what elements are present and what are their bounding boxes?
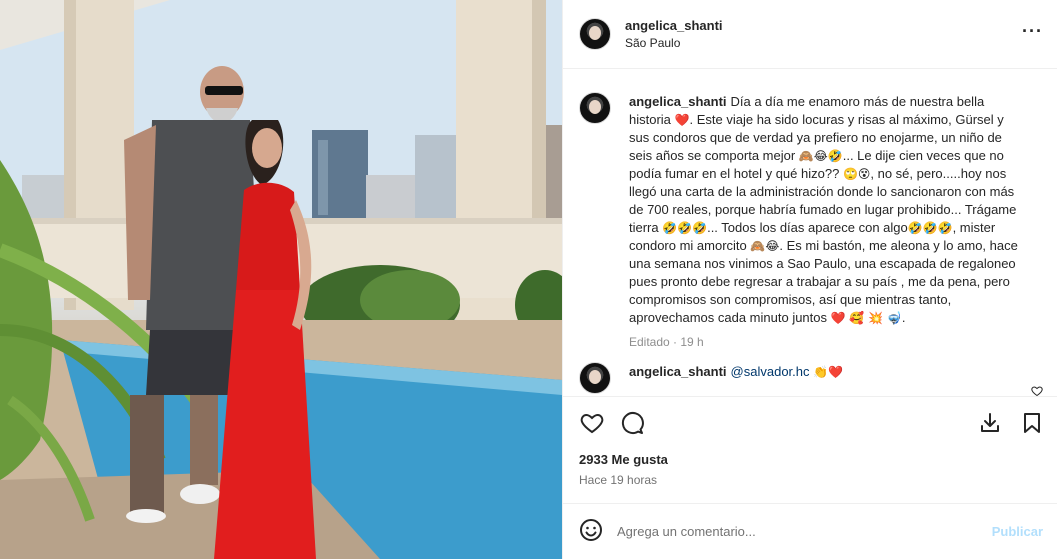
emoji-group: 🤣🤣🤣 [662,221,708,235]
author-meta: angelica_shanti São Paulo [625,18,723,50]
bookmark-icon[interactable] [1019,410,1045,436]
actions-right [977,410,1045,436]
likes-count[interactable]: 2933 Me gusta [579,452,1041,467]
comments-section: angelica_shanti Día a día me enamoro más … [563,69,1057,396]
caption-time: Editado · 19 h [629,335,704,349]
caption-part: ... Todos los días aparece con algo [707,220,908,235]
caption-username[interactable]: angelica_shanti [629,94,727,109]
post-details-panel: angelica_shanti São Paulo ··· angelica_s… [562,0,1057,559]
caption-body: angelica_shanti Día a día me enamoro más … [629,93,1027,349]
emoji-picker-icon[interactable] [579,518,603,545]
post-actions-bar [563,396,1057,448]
likes-section: 2933 Me gusta Hace 19 horas [563,448,1057,487]
publish-button[interactable]: Publicar [992,524,1043,539]
reply-text: angelica_shanti @salvador.hc 👏❤️ [629,363,1027,381]
author-username[interactable]: angelica_shanti [625,18,723,33]
emoji-group: 🙈😂🤣 [798,149,843,163]
emoji-group: 🙄😵 [842,167,871,181]
more-horizontal-icon[interactable]: ··· [1022,22,1043,40]
heart-emoji: ❤️ [674,113,690,127]
caption-comment: angelica_shanti Día a día me enamoro más … [579,92,1041,349]
actions-left [579,410,645,436]
emoji-group: ❤️ 🥰 💥 🤿 [830,311,902,325]
caption-avatar[interactable] [579,92,611,124]
reply-avatar[interactable] [579,362,611,394]
emoji-group: 🤣🤣🤣 [907,221,953,235]
heart-icon[interactable] [579,410,605,436]
caption-part: . [901,310,906,325]
download-icon[interactable] [977,410,1003,436]
reply-body: angelica_shanti @salvador.hc 👏❤️ [629,363,1027,394]
photo-illustration [0,0,562,559]
post-header: angelica_shanti São Paulo ··· [563,0,1057,69]
reply-username[interactable]: angelica_shanti [629,364,727,379]
post-age: Hace 19 horas [579,473,658,487]
author-avatar[interactable] [579,18,611,50]
reply-mention[interactable]: @salvador.hc [731,364,810,379]
comment-input[interactable] [617,524,992,539]
caption-text: angelica_shanti Día a día me enamoro más … [629,93,1027,327]
reply-comment: angelica_shanti @salvador.hc 👏❤️ [579,362,1041,394]
post-modal: angelica_shanti São Paulo ··· angelica_s… [0,0,1057,559]
add-comment-bar: Publicar [563,503,1057,559]
post-location[interactable]: São Paulo [625,36,723,50]
reply-emojis: 👏❤️ [813,365,844,379]
emoji-group: 🙈😂 [750,239,780,253]
comment-like-heart-icon[interactable] [1031,385,1043,396]
comment-icon[interactable] [619,410,645,436]
post-photo[interactable] [0,0,562,559]
